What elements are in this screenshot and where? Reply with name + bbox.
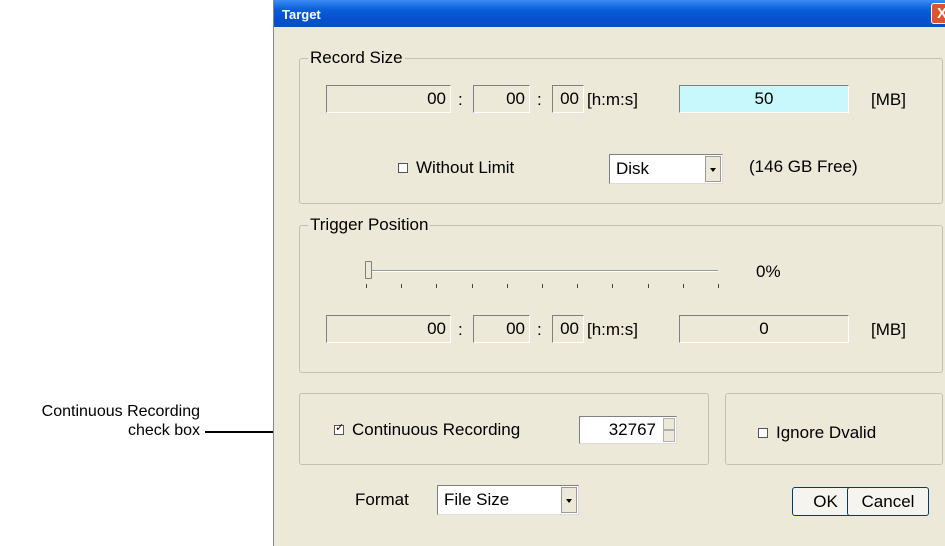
- record-seconds-field[interactable]: 00: [552, 85, 584, 113]
- trigger-slider-track[interactable]: [366, 270, 718, 272]
- disk-select[interactable]: Disk: [609, 154, 723, 184]
- trigger-position-legend: Trigger Position: [310, 215, 429, 234]
- format-select[interactable]: File Size: [437, 485, 579, 515]
- ignore-dvalid-checkbox[interactable]: [758, 428, 768, 438]
- slider-tick: [612, 284, 613, 288]
- trigger-size-unit: [MB]: [871, 320, 906, 339]
- slider-tick: [577, 284, 578, 288]
- slider-tick: [648, 284, 649, 288]
- record-sep-1: :: [458, 90, 463, 109]
- record-hours-field[interactable]: 00: [326, 85, 451, 113]
- without-limit-label: Without Limit: [416, 158, 515, 177]
- format-label: Format: [355, 490, 409, 509]
- spinner-down-icon[interactable]: [663, 430, 675, 442]
- callout-line-1: Continuous Recording: [41, 403, 200, 420]
- free-space-label: (146 GB Free): [749, 157, 858, 176]
- trigger-position-group: Trigger Position: [299, 215, 943, 373]
- without-limit-checkbox[interactable]: [398, 163, 408, 173]
- slider-tick: [472, 284, 473, 288]
- trigger-sep-2: :: [537, 320, 542, 339]
- slider-tick: [683, 284, 684, 288]
- record-time-unit: [h:m:s]: [587, 90, 639, 109]
- trigger-slider-thumb[interactable]: [365, 261, 372, 279]
- disk-select-value: Disk: [616, 159, 650, 178]
- spinner-value: 32767: [608, 420, 656, 439]
- callout-line-2: check box: [127, 422, 200, 439]
- continuous-recording-checkbox[interactable]: [334, 421, 344, 435]
- trigger-size-mb-field[interactable]: 0: [679, 315, 849, 343]
- close-icon[interactable]: X: [931, 3, 945, 24]
- trigger-minutes-field[interactable]: 00: [473, 315, 530, 343]
- trigger-seconds-field[interactable]: 00: [552, 315, 584, 343]
- trigger-time-unit: [h:m:s]: [587, 320, 639, 339]
- callout-text: Continuous Recording check box: [0, 402, 200, 440]
- ignore-dvalid-label: Ignore Dvalid: [776, 423, 877, 442]
- slider-tick: [507, 284, 508, 288]
- format-select-value: File Size: [444, 490, 510, 509]
- spinner-up-icon[interactable]: [663, 418, 675, 430]
- trigger-hours-field[interactable]: 00: [326, 315, 451, 343]
- slider-tick: [718, 284, 719, 288]
- chevron-down-icon[interactable]: [705, 156, 721, 182]
- window-title: Target: [282, 7, 321, 22]
- record-size-unit: [MB]: [871, 90, 906, 109]
- record-sep-2: :: [537, 90, 542, 109]
- trigger-sep-1: :: [458, 320, 463, 339]
- target-dialog: Target X Record Size 00 : 00 : 00 [h:m:s…: [273, 0, 945, 546]
- cancel-button[interactable]: Cancel: [847, 487, 929, 516]
- slider-tick: [542, 284, 543, 288]
- slider-tick: [436, 284, 437, 288]
- continuous-recording-label: Continuous Recording: [352, 420, 521, 439]
- record-minutes-field[interactable]: 00: [473, 85, 530, 113]
- slider-tick: [401, 284, 402, 288]
- trigger-percent-label: 0%: [756, 262, 781, 281]
- title-bar[interactable]: Target X: [274, 0, 945, 27]
- continuous-recording-spinner[interactable]: 32767: [579, 416, 677, 444]
- slider-tick: [366, 284, 367, 288]
- record-size-legend: Record Size: [310, 48, 403, 67]
- chevron-down-icon[interactable]: [561, 487, 577, 513]
- record-size-mb-field[interactable]: 50: [679, 85, 849, 113]
